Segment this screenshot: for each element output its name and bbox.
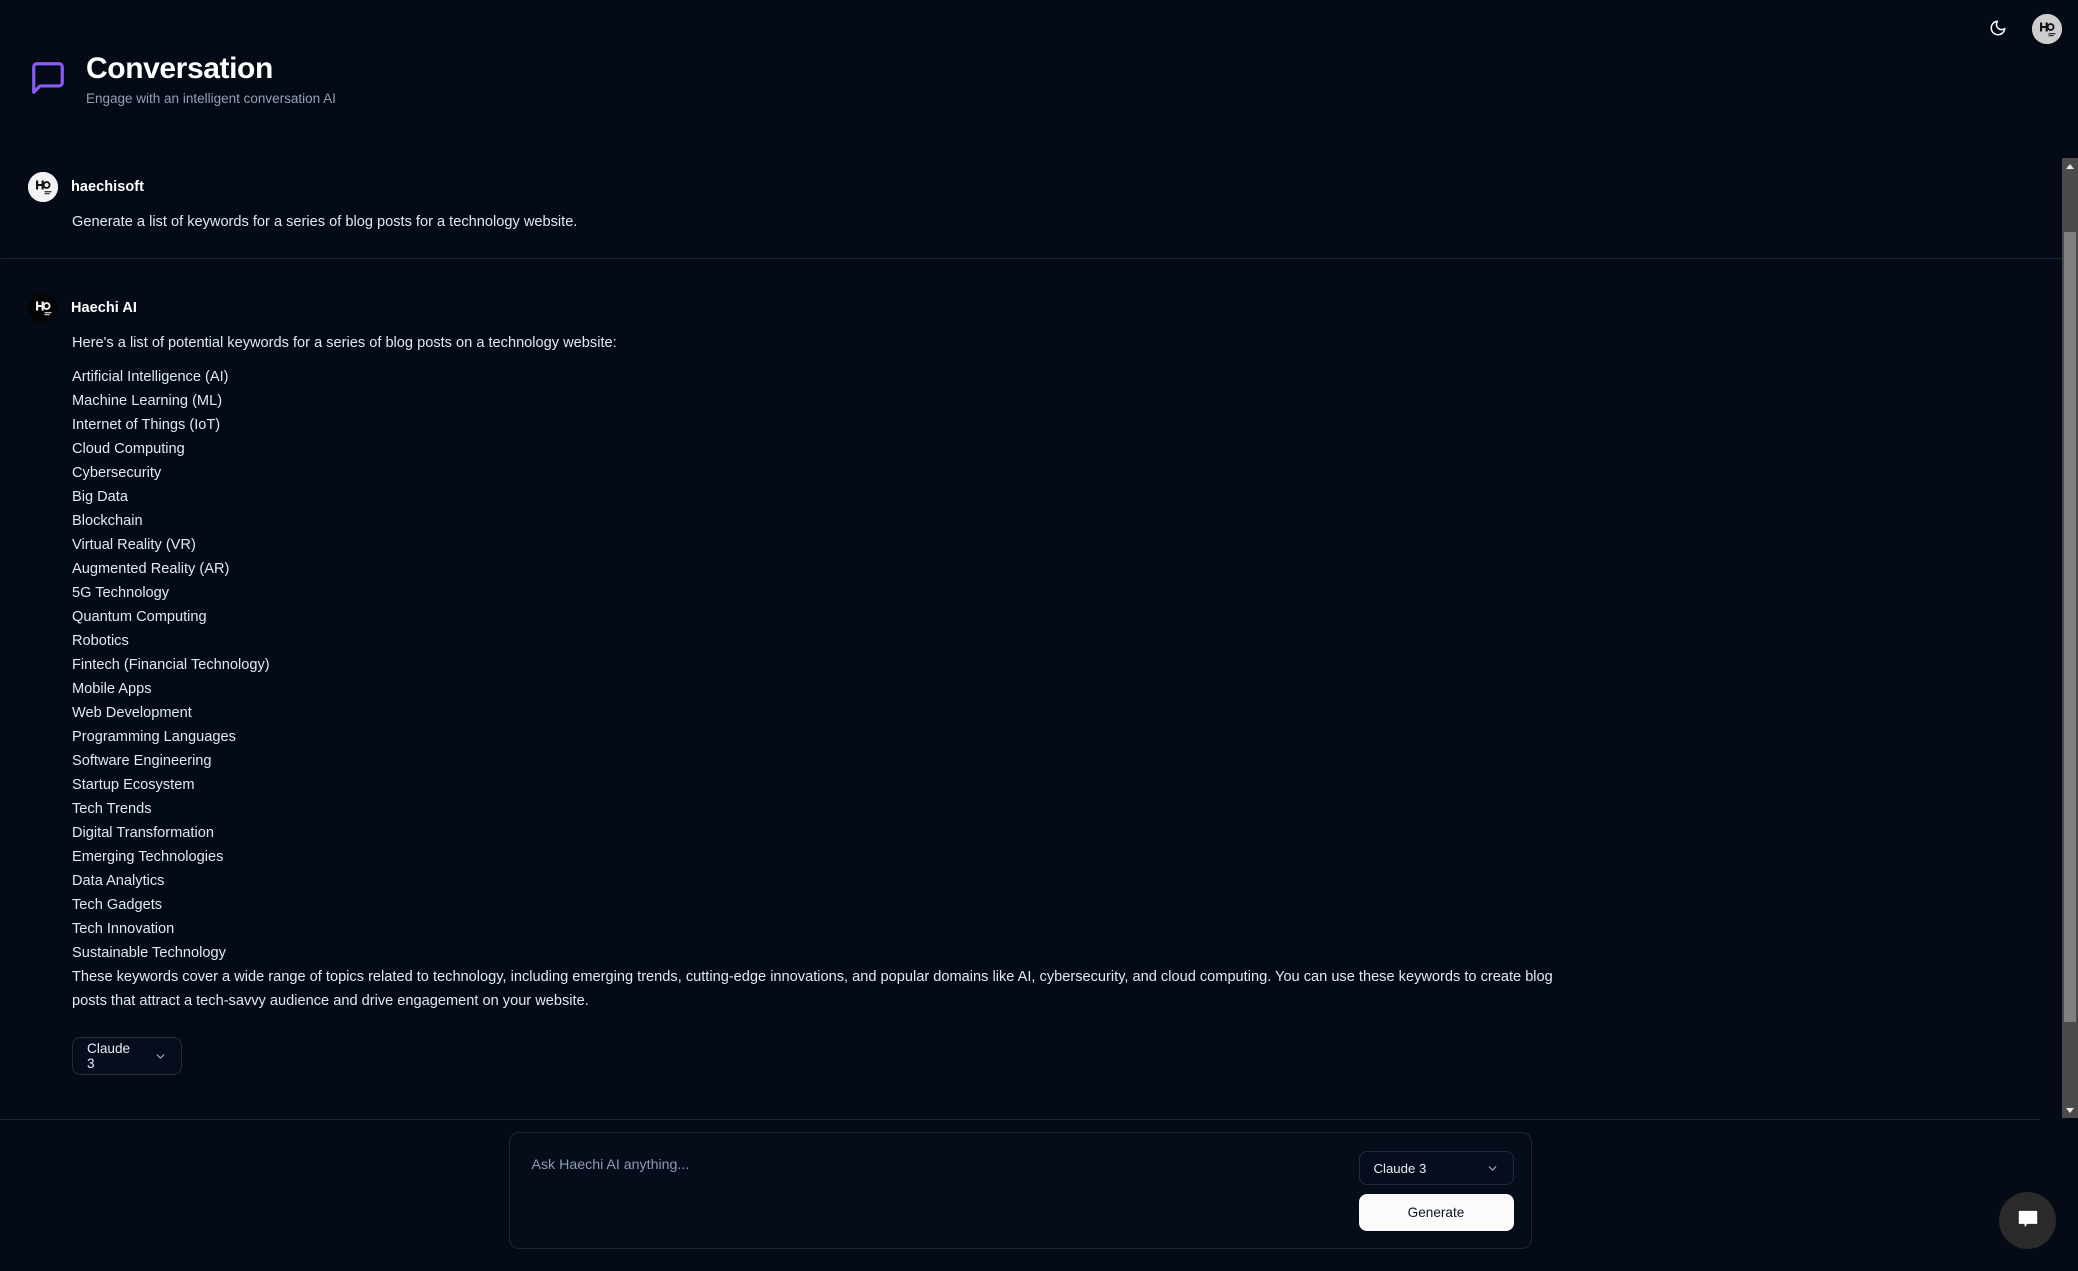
keyword-item: Data Analytics bbox=[72, 873, 165, 889]
keyword-item: Blockchain bbox=[72, 513, 143, 529]
keyword-item: Sustainable Technology bbox=[72, 945, 226, 961]
haechi-ai-logo-icon bbox=[28, 293, 58, 323]
avatar[interactable] bbox=[2032, 14, 2062, 44]
keyword-item: Programming Languages bbox=[72, 729, 236, 745]
chat-bubble-icon bbox=[2015, 1206, 2041, 1235]
message-author: haechisoft bbox=[71, 179, 145, 195]
page-header: Conversation Engage with an intelligent … bbox=[0, 0, 336, 106]
keyword-item: Tech Innovation bbox=[72, 921, 175, 937]
message-header: Haechi AI bbox=[28, 293, 2038, 323]
keyword-item: Cybersecurity bbox=[72, 465, 162, 481]
scroll-up-arrow-icon[interactable] bbox=[2062, 158, 2078, 174]
composer-region: Ask Haechi AI anything... Claude 3 Gener… bbox=[0, 1120, 2040, 1271]
keyword-item: Startup Ecosystem bbox=[72, 777, 195, 793]
generate-button[interactable]: Generate bbox=[1358, 1194, 1514, 1231]
keyword-item: Emerging Technologies bbox=[72, 849, 224, 865]
header-text-group: Conversation Engage with an intelligent … bbox=[86, 52, 336, 106]
message-text: Generate a list of keywords for a series… bbox=[72, 214, 578, 230]
message-model-select-wrap: Claude 3 bbox=[28, 1037, 2038, 1075]
keyword-item: Digital Transformation bbox=[72, 825, 214, 841]
keyword-item: Artificial Intelligence (AI) bbox=[72, 369, 229, 385]
haechisoft-logo-icon bbox=[2032, 14, 2062, 44]
composer-model-select[interactable]: Claude 3 bbox=[1358, 1151, 1514, 1185]
speech-bubble-icon bbox=[28, 58, 68, 98]
chevron-down-icon bbox=[1486, 1162, 1499, 1175]
assistant-avatar bbox=[28, 293, 58, 323]
composer-model-select-value: Claude 3 bbox=[1373, 1160, 1427, 1176]
scroll-down-arrow-icon[interactable] bbox=[2062, 1102, 2078, 1118]
conversation-scroll-area[interactable]: haechisoft Generate a list of keywords f… bbox=[0, 158, 2078, 1118]
keyword-item: Mobile Apps bbox=[72, 681, 152, 697]
keyword-item: Virtual Reality (VR) bbox=[72, 537, 196, 553]
keyword-item: Big Data bbox=[72, 489, 128, 505]
chevron-down-icon bbox=[154, 1050, 167, 1063]
message-author: Haechi AI bbox=[71, 300, 137, 316]
message-user: haechisoft Generate a list of keywords f… bbox=[0, 158, 2078, 258]
vertical-scrollbar[interactable] bbox=[2062, 158, 2078, 1118]
haechisoft-logo-icon bbox=[28, 172, 58, 202]
keyword-item: Software Engineering bbox=[72, 753, 212, 769]
message-content: Here's a list of potential keywords for … bbox=[28, 331, 2038, 1013]
composer: Ask Haechi AI anything... Claude 3 Gener… bbox=[508, 1132, 1532, 1249]
keyword-item: Tech Gadgets bbox=[72, 897, 163, 913]
moon-icon bbox=[1989, 19, 2007, 40]
keyword-item: Machine Learning (ML) bbox=[72, 393, 223, 409]
keyword-item: Fintech (Financial Technology) bbox=[72, 657, 270, 673]
message-model-select[interactable]: Claude 3 bbox=[72, 1037, 182, 1075]
chat-fab-button[interactable] bbox=[1999, 1192, 2056, 1249]
keyword-item: Robotics bbox=[72, 633, 129, 649]
topbar-controls bbox=[1984, 14, 2062, 44]
message-model-select-value: Claude 3 bbox=[87, 1041, 131, 1071]
keyword-item: Tech Trends bbox=[72, 801, 152, 817]
keyword-item: Web Development bbox=[72, 705, 192, 721]
app-root: Conversation Engage with an intelligent … bbox=[0, 0, 2078, 1271]
page-title: Conversation bbox=[86, 52, 273, 85]
message-assistant: Haechi AI Here's a list of potential key… bbox=[0, 259, 2078, 1099]
theme-toggle-button[interactable] bbox=[1984, 15, 2012, 43]
keyword-item: 5G Technology bbox=[72, 585, 170, 601]
user-avatar bbox=[28, 172, 58, 202]
keyword-item: Augmented Reality (AR) bbox=[72, 561, 230, 577]
message-header: haechisoft bbox=[28, 172, 2038, 202]
keyword-item: Quantum Computing bbox=[72, 609, 207, 625]
response-intro: Here's a list of potential keywords for … bbox=[72, 335, 617, 351]
response-closing: These keywords cover a wide range of top… bbox=[72, 969, 1553, 1009]
page-subtitle: Engage with an intelligent conversation … bbox=[86, 90, 336, 106]
scrollbar-thumb[interactable] bbox=[2064, 232, 2076, 1022]
keyword-list: Artificial Intelligence (AI) Machine Lear… bbox=[72, 365, 2038, 965]
keyword-item: Internet of Things (IoT) bbox=[72, 417, 221, 433]
prompt-input[interactable]: Ask Haechi AI anything... bbox=[532, 1157, 690, 1173]
keyword-item: Cloud Computing bbox=[72, 441, 185, 457]
